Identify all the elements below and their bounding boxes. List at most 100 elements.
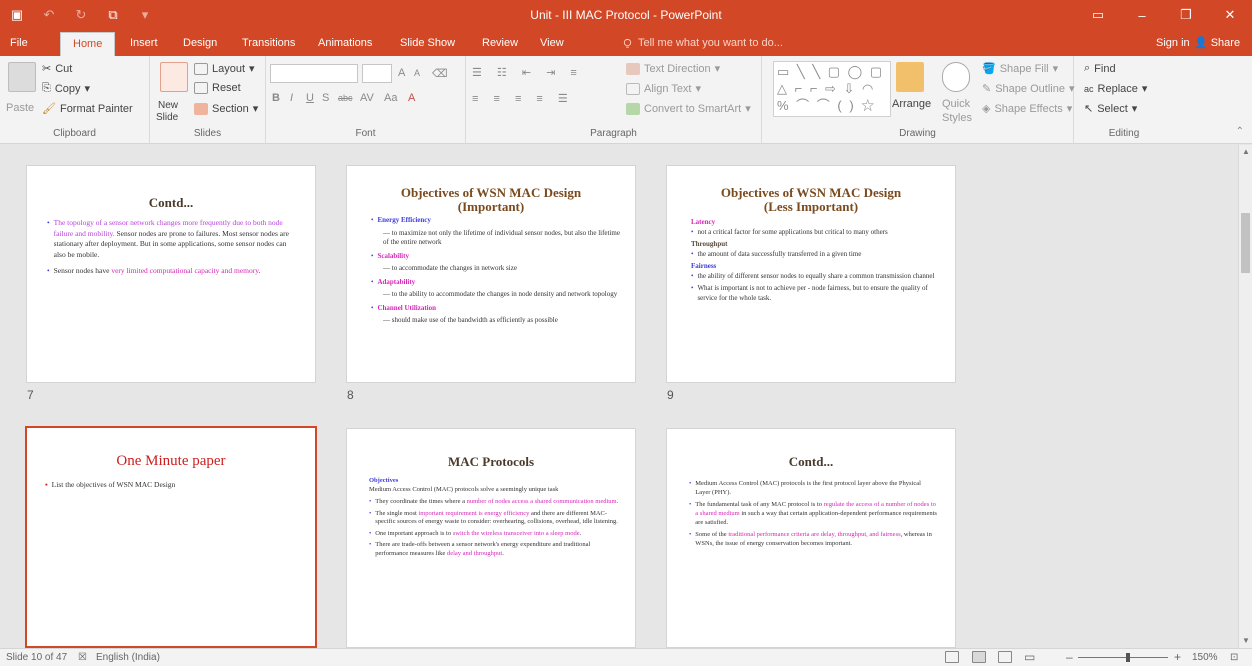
close-button[interactable]: ✕: [1208, 0, 1252, 30]
slide-number: 8: [347, 388, 354, 402]
shapes-gallery[interactable]: ▭ ╲ ╲ ▢ ◯ ▢ △ ⌐ ⌐ ⇨ ⇩ ◠% ⌒ ⌒ ( ) ☆: [773, 61, 891, 117]
section-icon: [194, 102, 208, 115]
clear-formatting-icon[interactable]: ⌫: [432, 67, 448, 80]
strikethrough-button[interactable]: abc: [338, 93, 353, 103]
slide-sorter-icon[interactable]: [972, 651, 986, 663]
new-slide-label-2[interactable]: Slide: [156, 112, 178, 123]
tab-file[interactable]: File: [10, 37, 28, 49]
chevron-down-icon: ▾: [745, 103, 751, 115]
font-size-dropdown[interactable]: [362, 64, 392, 83]
slide-thumbnail-11[interactable]: MAC Protocols Objectives Medium Access C…: [346, 428, 636, 648]
reading-view-icon[interactable]: [998, 651, 1012, 663]
bullet: • Channel Utilization: [371, 303, 436, 312]
shape-effects-button[interactable]: ◈ Shape Effects ▾: [982, 102, 1072, 116]
ribbon-display-options-button[interactable]: ▭: [1076, 0, 1120, 30]
section-button[interactable]: Section ▾: [194, 102, 258, 115]
tab-design[interactable]: Design: [183, 37, 217, 49]
slideshow-view-icon[interactable]: ▭: [1024, 650, 1035, 664]
sign-in-link[interactable]: Sign in: [1156, 37, 1190, 49]
character-spacing-button[interactable]: AV: [360, 92, 374, 104]
shape-outline-button[interactable]: ✎ Shape Outline ▾: [982, 82, 1074, 96]
tab-view[interactable]: View: [540, 37, 564, 49]
quick-styles-label[interactable]: Quick: [942, 98, 970, 110]
select-button[interactable]: ↖ Select ▾: [1084, 102, 1137, 116]
tab-transitions[interactable]: Transitions: [242, 37, 295, 49]
scroll-up-icon[interactable]: ▲: [1241, 147, 1251, 157]
align-text-button[interactable]: Align Text ▾: [626, 82, 701, 95]
quick-styles-icon[interactable]: [942, 62, 970, 92]
document-title: Unit - III MAC Protocol - PowerPoint: [530, 8, 722, 22]
quick-styles-label-2[interactable]: Styles: [942, 112, 972, 124]
window-controls: ▭ – ❐ ✕: [1076, 0, 1252, 30]
italic-button[interactable]: I: [290, 92, 293, 104]
grow-font-button[interactable]: A: [398, 67, 405, 79]
convert-smartart-button[interactable]: Convert to SmartArt ▾: [626, 102, 751, 115]
spell-check-icon[interactable]: ☒: [78, 652, 87, 663]
sub-bullet: — should make use of the bandwidth as ef…: [383, 316, 558, 324]
slide-thumbnail-10[interactable]: One Minute paper ▪ List the objectives of…: [25, 426, 317, 648]
format-painter-button[interactable]: 🖌 Format Painter: [42, 102, 133, 116]
slide-subtitle: (Less Important): [763, 199, 859, 214]
collapse-ribbon-icon[interactable]: ⌃: [1236, 126, 1244, 137]
list-buttons-icon[interactable]: ☰ ☷ ⇤ ⇥ ≡: [472, 66, 583, 79]
replace-button[interactable]: ac Replace ▾: [1084, 82, 1147, 96]
underline-button[interactable]: U: [306, 92, 314, 104]
scrollbar-thumb[interactable]: [1241, 213, 1250, 273]
ribbon-home: Paste ✂ Cut ⎘ Copy ▾ 🖌 Format Painter Clipbo…: [0, 56, 1252, 144]
bold-button[interactable]: B: [272, 92, 280, 104]
copy-button[interactable]: ⎘ Copy ▾: [42, 82, 90, 95]
share-button[interactable]: 👤 Share: [1194, 36, 1241, 50]
tab-animations[interactable]: Animations: [318, 37, 372, 49]
tell-me-box[interactable]: Tell me what you want to do...: [622, 37, 783, 49]
find-button[interactable]: ⌕ Find: [1084, 62, 1116, 75]
zoom-slider[interactable]: [1078, 657, 1168, 658]
reset-icon: [194, 82, 208, 94]
cut-button[interactable]: ✂ Cut: [42, 62, 72, 76]
chevron-down-icon: ▾: [84, 83, 91, 95]
shrink-font-button[interactable]: A: [414, 68, 420, 78]
slide-thumbnail-7[interactable]: Contd... • The topology of a sensor netwo…: [26, 165, 316, 383]
zoom-in-button[interactable]: +: [1174, 650, 1181, 664]
font-name-dropdown[interactable]: [270, 64, 358, 83]
paragraph-group-label: Paragraph: [590, 128, 637, 139]
slide-number: 9: [667, 388, 674, 402]
slide-thumbnail-12[interactable]: Contd... • Medium Access Control (MAC) pr…: [666, 428, 956, 648]
zoom-out-button[interactable]: –: [1066, 650, 1073, 664]
text-direction-button[interactable]: Text Direction ▾: [626, 62, 720, 75]
bullet: • Medium Access Control (MAC) protocols i…: [689, 480, 921, 496]
tab-insert[interactable]: Insert: [130, 37, 158, 49]
tab-home[interactable]: Home: [60, 32, 116, 56]
zoom-slider-thumb[interactable]: [1126, 653, 1130, 662]
arrange-icon[interactable]: [896, 62, 924, 92]
language-indicator[interactable]: English (India): [96, 652, 160, 663]
shadow-button[interactable]: S: [322, 92, 329, 104]
paste-icon[interactable]: [8, 62, 36, 92]
new-slide-label[interactable]: New: [158, 100, 178, 111]
arrange-button[interactable]: Arrange: [892, 98, 931, 110]
slide-title: Contd...: [788, 454, 834, 469]
zoom-level[interactable]: 150%: [1192, 652, 1218, 663]
scroll-down-icon[interactable]: ▼: [1241, 636, 1251, 646]
share-label: Share: [1210, 36, 1241, 49]
font-color-icon[interactable]: A: [408, 92, 415, 104]
bullet: • The topology of a sensor network change…: [47, 218, 289, 259]
normal-view-icon[interactable]: [945, 651, 959, 663]
restore-button[interactable]: ❐: [1164, 0, 1208, 30]
slide-thumbnail-9[interactable]: Objectives of WSN MAC Design (Less Impor…: [666, 165, 956, 383]
vertical-scrollbar[interactable]: ▲ ▼: [1238, 145, 1252, 648]
editing-group: ⌕ Find ac Replace ▾ ↖ Select ▾ Editing: [1074, 56, 1174, 144]
reset-button[interactable]: Reset: [194, 82, 241, 94]
layout-button[interactable]: Layout ▾: [194, 62, 255, 75]
minimize-button[interactable]: –: [1120, 0, 1164, 30]
fit-to-window-icon[interactable]: ⊡: [1230, 652, 1238, 663]
paste-button[interactable]: Paste: [6, 102, 34, 114]
tab-slide-show[interactable]: Slide Show: [400, 37, 455, 49]
slide-thumbnail-8[interactable]: Objectives of WSN MAC Design (Important)…: [346, 165, 636, 383]
change-case-button[interactable]: Aa: [384, 92, 397, 104]
new-slide-icon[interactable]: [160, 62, 188, 92]
tab-review[interactable]: Review: [482, 37, 518, 49]
shape-fill-button[interactable]: 🪣 Shape Fill ▾: [982, 62, 1058, 76]
alignment-buttons-icon[interactable]: ≡ ≡ ≡ ≡ ☰: [472, 92, 574, 105]
pen-icon: ✎: [982, 83, 992, 95]
slides-group-label: Slides: [193, 128, 222, 139]
